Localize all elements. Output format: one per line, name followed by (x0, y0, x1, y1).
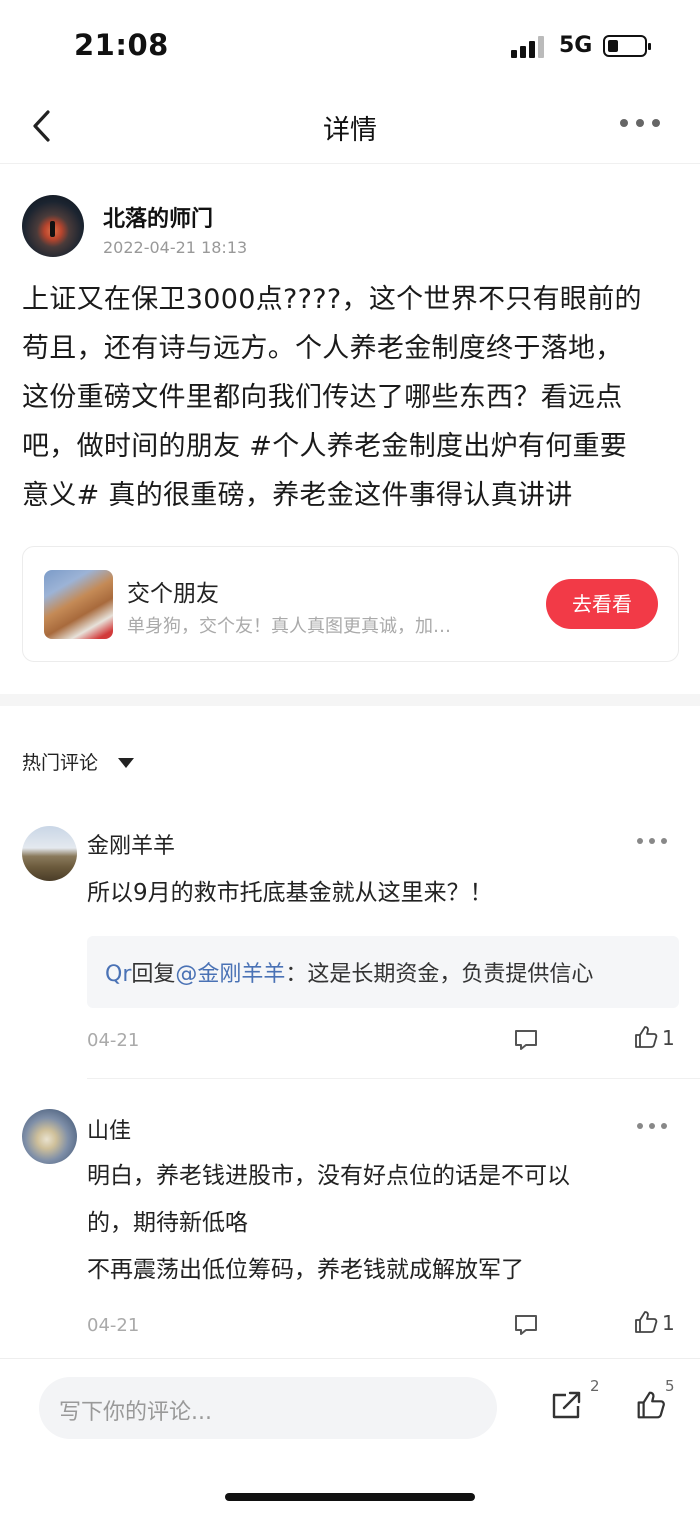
comment-more-icon[interactable] (637, 1123, 667, 1131)
reply-text: Qr回复@金刚羊羊：这是长期资金，负责提供信心 (105, 956, 593, 988)
battery-icon (603, 35, 651, 57)
comment-text: 所以9月的救市托底基金就从这里来？！ (87, 880, 493, 906)
go-see-button[interactable]: 去看看 (546, 579, 658, 629)
comment-input[interactable]: 写下你的评论... (39, 1377, 497, 1439)
status-time: 21:08 (74, 28, 169, 62)
page-title: 详情 (323, 115, 377, 146)
post-line: 苟且，还有诗与远方。个人养老金制度终于落地， (22, 333, 623, 364)
comment-date: 04-21 (87, 1315, 140, 1336)
card-thumbnail (44, 570, 113, 639)
commenter-avatar[interactable] (22, 826, 77, 881)
share-icon[interactable] (550, 1389, 584, 1421)
hot-comments-label[interactable]: 热门评论 (22, 748, 98, 775)
signal-icon (511, 36, 549, 58)
commenter-name[interactable]: 山佳 (87, 1113, 131, 1145)
like-count: 1 (662, 1311, 675, 1335)
comment-text: 明白，养老钱进股市，没有好点位的话是不可以 的，期待新低咯 不再震荡出低位筹码，… (87, 1153, 667, 1294)
post-line: 上证又在保卫3000点????，这个世界不只有眼前的 (22, 284, 642, 315)
bottom-bar: 写下你的评论... 2 5 (0, 1358, 700, 1515)
network-type: 5G (559, 33, 593, 58)
comment-more-icon[interactable] (637, 838, 667, 846)
card-subtitle: 单身狗，交个友！真人真图更真诚，加… (127, 616, 451, 637)
reply-content: ：这是长期资金，负责提供信心 (285, 962, 594, 987)
share-count: 2 (590, 1377, 600, 1395)
comment-line: 不再震荡出低位筹码，养老钱就成解放军了 (87, 1257, 524, 1283)
comment-like[interactable]: 1 (633, 1024, 675, 1050)
reply-target[interactable]: @金刚羊羊 (175, 962, 285, 987)
section-divider (0, 694, 700, 706)
home-indicator[interactable] (225, 1493, 475, 1501)
comment-separator (87, 1078, 700, 1079)
status-bar: 21:08 5G (0, 0, 700, 92)
comment-reply[interactable]: Qr回复@金刚羊羊：这是长期资金，负责提供信心 (87, 936, 679, 1008)
promo-card[interactable]: 交个朋友 单身狗，交个友！真人真图更真诚，加… 去看看 (22, 546, 679, 662)
author-avatar[interactable] (22, 195, 84, 257)
reply-verb: 回复 (131, 962, 176, 987)
post-line: 这份重磅文件里都向我们传达了哪些东西？看远点 (22, 382, 623, 413)
comment-input-placeholder: 写下你的评论... (59, 1400, 212, 1425)
commenter-name[interactable]: 金刚羊羊 (87, 828, 175, 860)
post-line: 意义# 真的很重磅，养老金这件事得认真讲讲 (22, 480, 573, 511)
reply-icon[interactable] (513, 1313, 539, 1337)
comment-line: 明白，养老钱进股市，没有好点位的话是不可以 (87, 1163, 570, 1189)
thumbs-up-icon (635, 1026, 658, 1048)
card-title: 交个朋友 (127, 581, 219, 607)
battery-level (608, 40, 618, 52)
thumbs-up-icon[interactable] (634, 1389, 668, 1421)
reply-user[interactable]: Qr (105, 962, 131, 987)
more-options-icon[interactable] (620, 119, 660, 131)
post-date: 2022-04-21 18:13 (103, 238, 248, 257)
author-name[interactable]: 北落的师门 (103, 201, 213, 233)
reply-icon[interactable] (513, 1028, 539, 1052)
comment-like[interactable]: 1 (633, 1309, 675, 1335)
nav-bar: 详情 (0, 92, 700, 164)
commenter-avatar[interactable] (22, 1109, 77, 1164)
caret-down-icon[interactable] (118, 758, 134, 768)
comment-date: 04-21 (87, 1030, 140, 1051)
post-body: 上证又在保卫3000点????，这个世界不只有眼前的 苟且，还有诗与远方。个人养… (22, 275, 682, 520)
like-count: 1 (662, 1026, 675, 1050)
post-like-count: 5 (665, 1377, 675, 1395)
post-line: 吧，做时间的朋友 #个人养老金制度出炉有何重要 (22, 431, 628, 462)
thumbs-up-icon (635, 1311, 658, 1333)
comment-line: 的，期待新低咯 (87, 1210, 248, 1236)
